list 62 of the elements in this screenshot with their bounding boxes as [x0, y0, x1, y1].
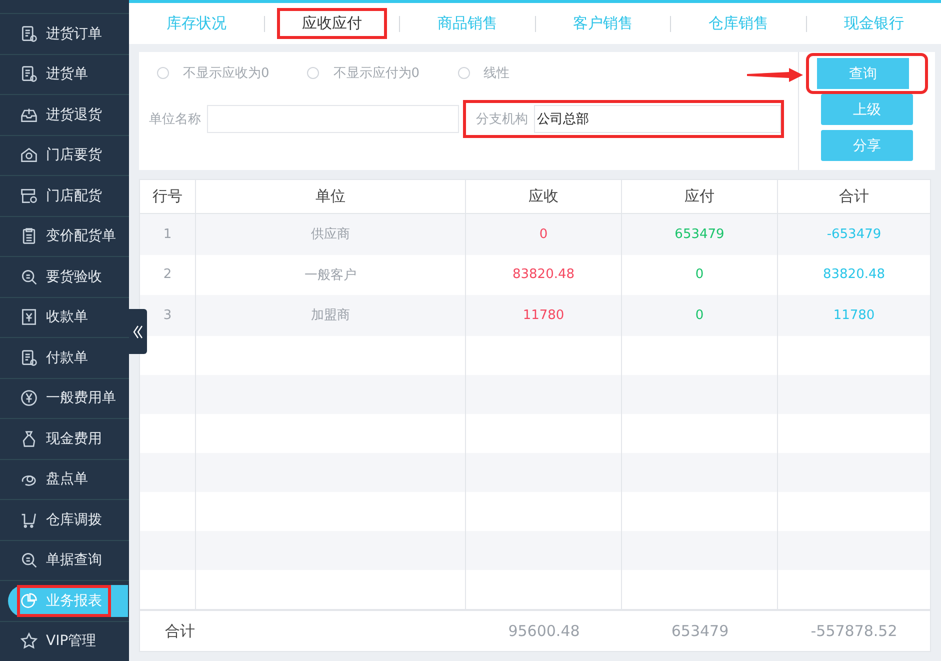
- total-cell-text: 95600.48: [507, 621, 581, 642]
- sidebar-item[interactable]: VIP管理: [8, 625, 128, 658]
- column-header: 应收: [466, 180, 622, 213]
- shop-icon: [20, 186, 38, 205]
- tray-icon: [20, 106, 38, 124]
- row-number: 1: [140, 214, 196, 254]
- column-header: 单位: [196, 180, 466, 213]
- sidebar-item[interactable]: 盘点单: [8, 463, 128, 496]
- total-cell-text: 653479: [670, 621, 730, 642]
- column-header: 行号: [140, 180, 196, 213]
- cart-icon: [20, 510, 38, 529]
- unit-cell: 加盟商: [196, 295, 466, 336]
- document-icon: [20, 348, 38, 367]
- sidebar-item[interactable]: 进货退货: [8, 98, 128, 131]
- magnifier-icon: [20, 551, 38, 570]
- option-label: 不显示应收为0: [183, 65, 270, 82]
- tab[interactable]: 应收应付: [276, 8, 387, 39]
- receivable-cell: 11780: [466, 295, 622, 336]
- column-header: 应付: [622, 180, 778, 213]
- total-cell-text: -653479: [826, 226, 882, 244]
- total-cell-text: -557878.52: [810, 621, 898, 642]
- sidebar-item[interactable]: 进货订单: [8, 18, 128, 50]
- column-header: 合计: [838, 186, 870, 207]
- sidebar-item[interactable]: 要货验收: [8, 260, 128, 293]
- payable-cell: 0: [622, 295, 778, 336]
- collapse-handle[interactable]: [129, 309, 147, 354]
- input-field[interactable]: 公司总部: [534, 105, 781, 133]
- sidebar-item[interactable]: 一般费用单: [8, 382, 128, 414]
- unit-cell: 供应商: [196, 214, 466, 254]
- radio-button[interactable]: [458, 67, 470, 79]
- input-field[interactable]: [207, 105, 459, 133]
- double-chevron-icon: [132, 324, 144, 340]
- field-label: 单位名称: [149, 111, 202, 128]
- payable-cell: 653479: [622, 214, 778, 254]
- sidebar-item[interactable]: 单据查询: [8, 544, 128, 576]
- sidebar-item[interactable]: 门店要货: [8, 139, 128, 172]
- sidebar-item[interactable]: 变价配货单: [8, 220, 128, 252]
- option-label: 线性: [484, 65, 510, 82]
- sidebar-item[interactable]: 门店配货: [8, 180, 128, 212]
- field-label: 分支机构: [476, 111, 529, 128]
- pie-chart-icon: [20, 592, 38, 610]
- radio-button[interactable]: [157, 67, 169, 79]
- radio-button[interactable]: [307, 67, 320, 79]
- receivable-cell: 0: [466, 214, 622, 254]
- clipboard-icon: [20, 227, 38, 246]
- receipt-icon: [20, 308, 38, 326]
- star-icon: [20, 632, 38, 650]
- house-icon: [20, 146, 38, 164]
- yen-icon: [20, 389, 38, 408]
- money-bag-icon: [20, 430, 38, 448]
- option-label: 不显示应付为0: [333, 65, 420, 82]
- magnifier-icon: [20, 268, 38, 286]
- document-icon: [20, 65, 38, 84]
- document-icon: [20, 24, 38, 43]
- total-cell-text: 11780: [832, 306, 876, 325]
- footer-label: 合计: [164, 620, 196, 642]
- sidebar-item[interactable]: 付款单: [8, 342, 128, 374]
- sidebar-item[interactable]: 现金费用: [8, 422, 128, 455]
- total-cell-text: 83820.48: [822, 266, 886, 284]
- sidebar-item[interactable]: 进货单: [8, 58, 128, 90]
- sidebar-item[interactable]: 收款单: [8, 301, 128, 334]
- sidebar-item[interactable]: 仓库调拨: [8, 504, 128, 536]
